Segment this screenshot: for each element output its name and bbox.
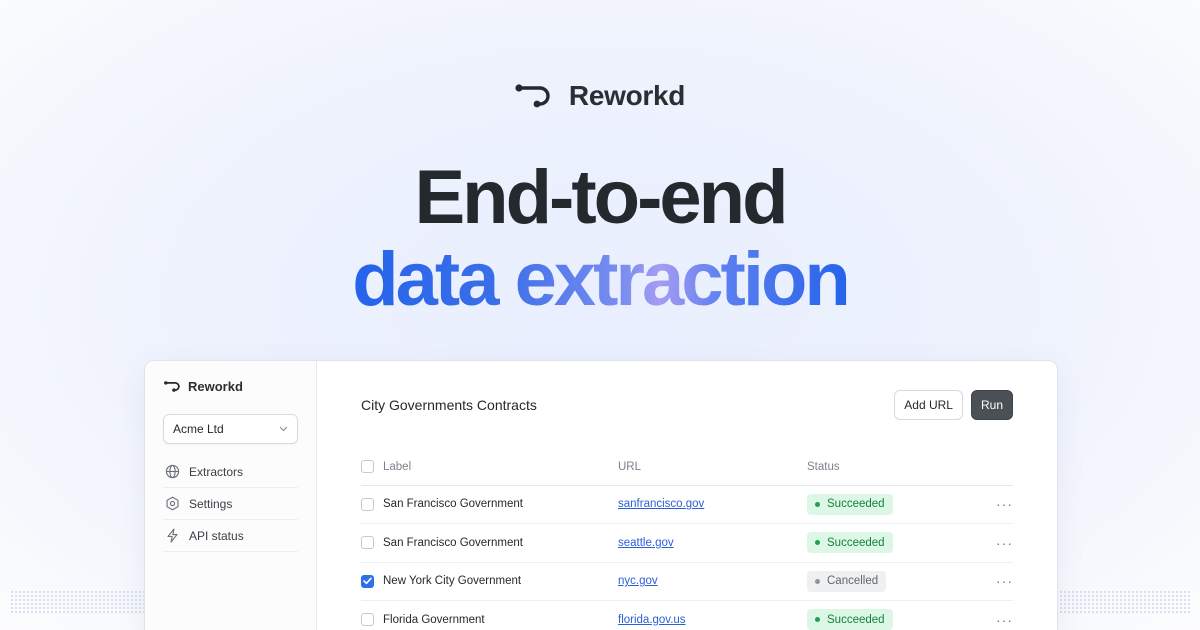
row-label: San Francisco Government — [383, 523, 618, 563]
gear-icon — [166, 496, 179, 511]
checkmark-icon — [363, 577, 372, 585]
table-row[interactable]: New York City Government nyc.gov Cancell… — [361, 562, 1013, 601]
sidebar-item-extractors[interactable]: Extractors — [163, 456, 298, 488]
table-header-row: Label URL Status — [361, 449, 1013, 486]
hero-subheadline: data extraction — [0, 240, 1200, 320]
main-header: City Governments Contracts Add URL Run — [361, 361, 1013, 449]
status-text: Succeeded — [827, 498, 885, 511]
lightning-icon — [167, 528, 178, 543]
add-url-button[interactable]: Add URL — [894, 390, 963, 420]
sidebar-brand-name: Reworkd — [188, 379, 243, 394]
decorative-dot-pattern-left — [10, 590, 145, 614]
status-badge: Cancelled — [807, 570, 887, 592]
status-dot-icon — [815, 617, 820, 623]
main-panel: City Governments Contracts Add URL Run L… — [317, 361, 1057, 630]
sidebar-item-api-status[interactable]: API status — [163, 520, 298, 552]
sidebar-nav: Extractors Settings API status — [163, 456, 298, 552]
row-checkbox[interactable] — [361, 574, 374, 588]
row-menu-button[interactable]: ··· — [987, 600, 1013, 630]
row-menu-button[interactable]: ··· — [987, 562, 1013, 601]
status-dot-icon — [815, 578, 820, 584]
status-dot-icon — [815, 501, 820, 507]
reworkd-logo-icon — [164, 381, 180, 392]
sidebar: Reworkd Acme Ltd Extractors Settings API… — [145, 361, 317, 630]
status-badge: Succeeded — [807, 609, 893, 630]
select-all-checkbox[interactable] — [361, 460, 374, 474]
hero-headline: End-to-end — [414, 155, 788, 240]
row-url-link[interactable]: seattle.gov — [618, 537, 674, 549]
organization-select[interactable]: Acme Ltd — [163, 414, 298, 444]
sidebar-item-settings[interactable]: Settings — [163, 488, 298, 520]
contracts-table: Label URL Status San Francisco Governmen… — [361, 449, 1013, 630]
row-label: San Francisco Government — [383, 485, 618, 524]
column-header-label[interactable]: Label — [383, 449, 618, 486]
status-text: Succeeded — [827, 613, 885, 626]
hero-subheadline-text: data extraction — [352, 237, 851, 322]
reworkd-logo-icon — [515, 84, 550, 108]
sidebar-item-label: Extractors — [189, 464, 244, 479]
row-menu-button[interactable]: ··· — [987, 523, 1013, 563]
toolbar: Add URL Run — [894, 390, 1013, 420]
row-url-link[interactable]: sanfrancisco.gov — [618, 498, 704, 510]
chevron-down-icon — [279, 426, 288, 432]
row-label: New York City Government — [383, 562, 618, 601]
status-badge: Succeeded — [807, 493, 893, 515]
status-text: Succeeded — [827, 536, 885, 549]
sidebar-item-label: API status — [189, 528, 244, 543]
status-text: Cancelled — [827, 575, 879, 588]
column-header-status[interactable]: Status — [807, 449, 987, 486]
table-row[interactable]: San Francisco Government seattle.gov Suc… — [361, 523, 1013, 563]
row-checkbox[interactable] — [361, 613, 374, 627]
brand-header: Reworkd — [0, 80, 1200, 112]
status-dot-icon — [815, 540, 820, 546]
app-window: Reworkd Acme Ltd Extractors Settings API… — [144, 360, 1058, 630]
sidebar-brand: Reworkd — [164, 379, 298, 394]
column-header-url[interactable]: URL — [618, 449, 807, 486]
row-menu-button[interactable]: ··· — [987, 485, 1013, 524]
organization-select-value: Acme Ltd — [173, 422, 224, 436]
brand-name: Reworkd — [568, 80, 686, 111]
column-header-actions — [987, 449, 1013, 486]
row-checkbox[interactable] — [361, 497, 374, 511]
row-label: Florida Government — [383, 600, 618, 630]
table-row[interactable]: San Francisco Government sanfrancisco.go… — [361, 485, 1013, 524]
select-all-cell — [361, 449, 383, 486]
sidebar-item-label: Settings — [189, 496, 233, 511]
table-row[interactable]: Florida Government florida.gov.us Succee… — [361, 600, 1013, 630]
globe-icon — [165, 464, 180, 479]
row-url-link[interactable]: nyc.gov — [618, 575, 658, 587]
page-title: City Governments Contracts — [361, 397, 537, 413]
run-button[interactable]: Run — [970, 390, 1013, 420]
status-badge: Succeeded — [807, 532, 893, 554]
decorative-dot-pattern-right — [1055, 590, 1190, 614]
row-checkbox[interactable] — [361, 536, 374, 550]
row-url-link[interactable]: florida.gov.us — [618, 614, 686, 626]
